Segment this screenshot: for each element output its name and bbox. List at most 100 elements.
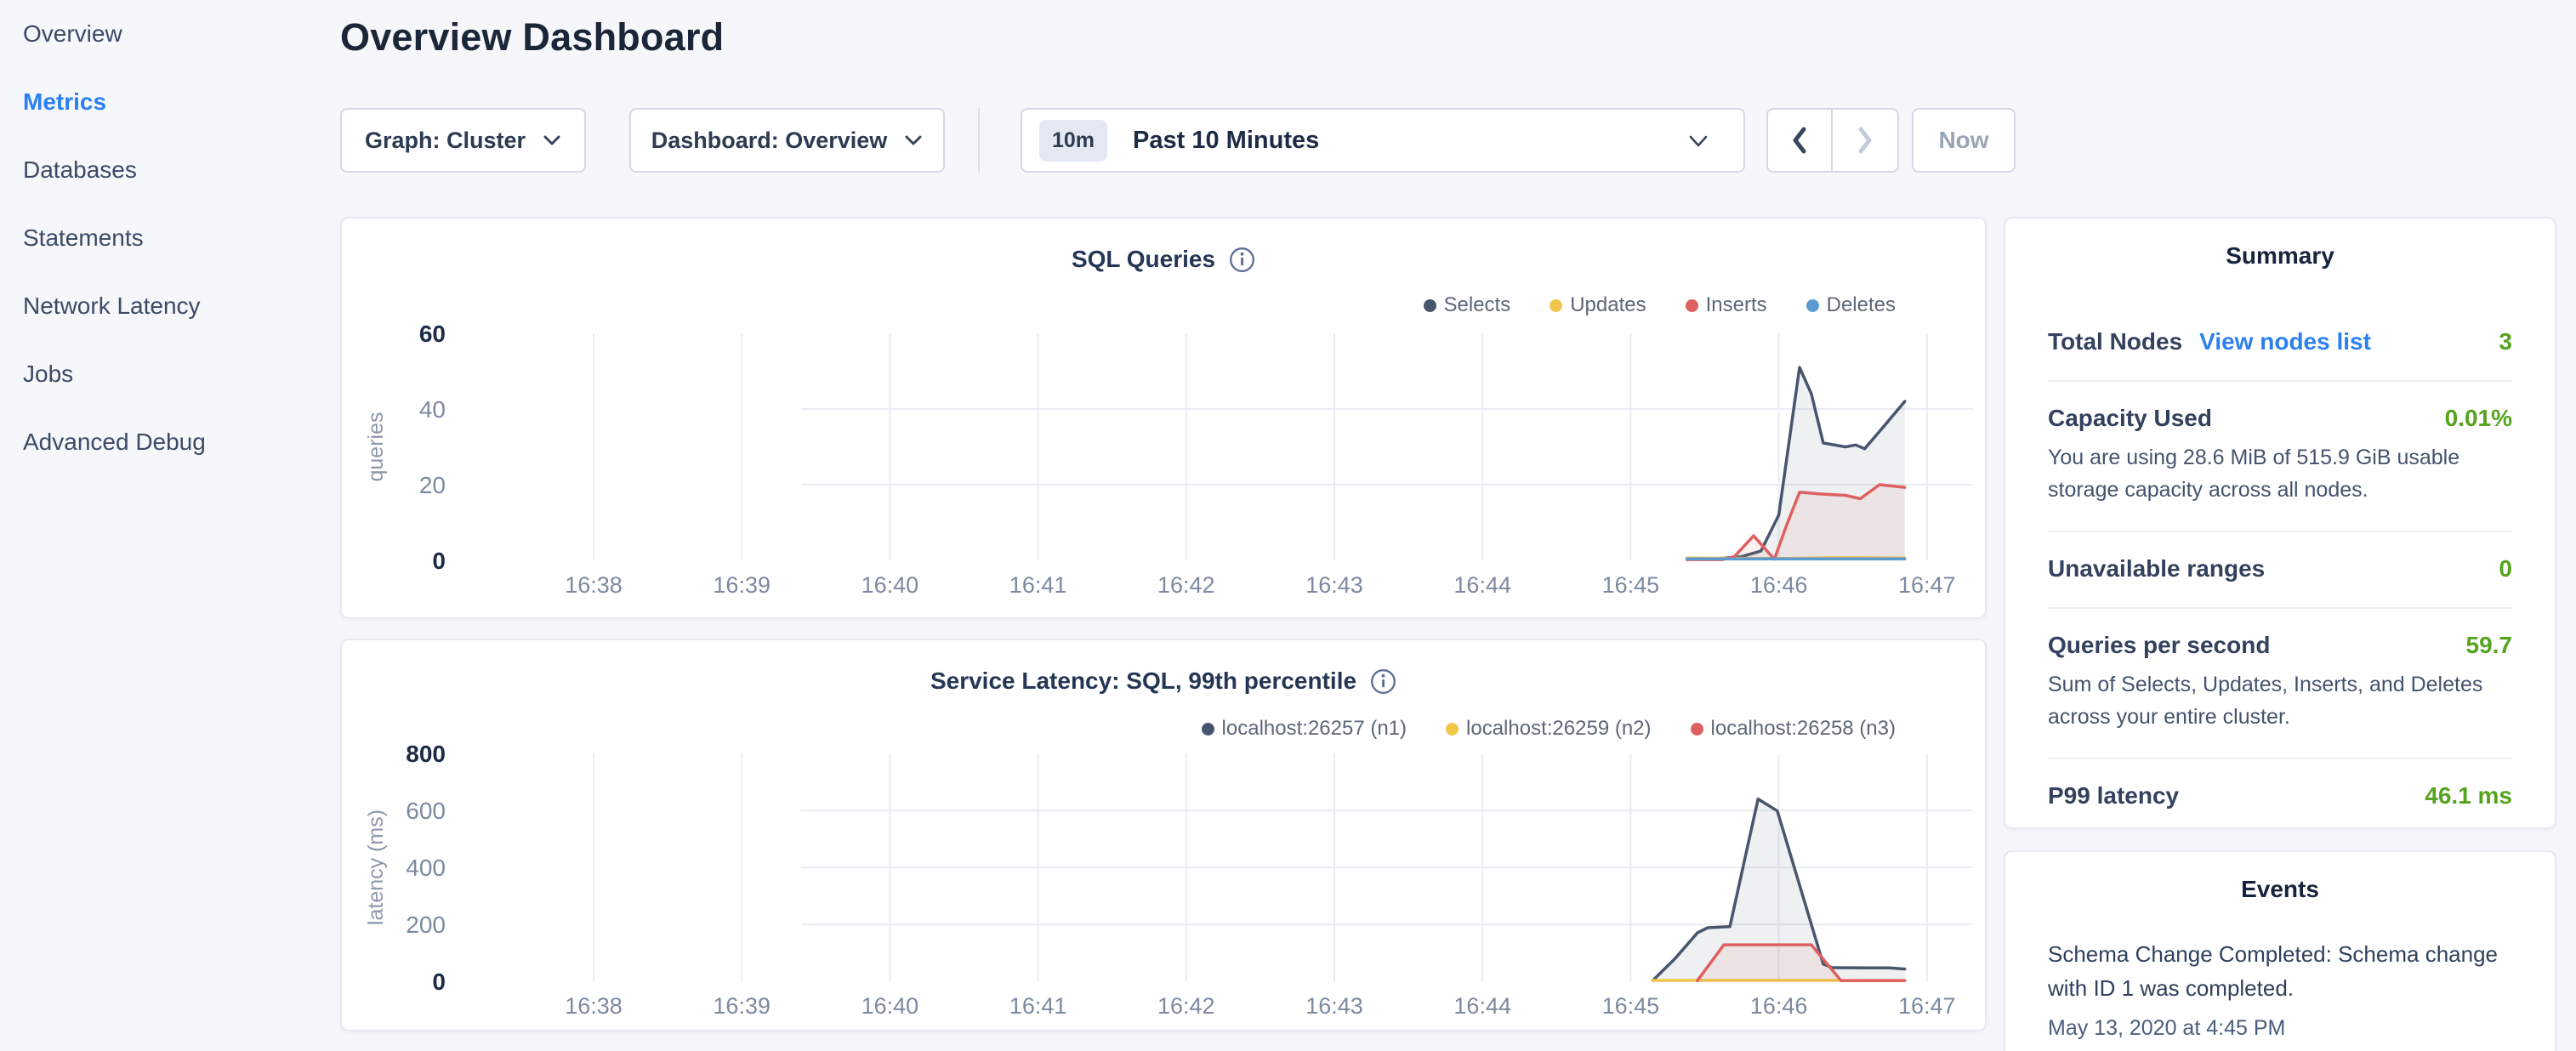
svg-text:16:42: 16:42: [1157, 572, 1215, 598]
svg-text:16:39: 16:39: [713, 993, 771, 1019]
legend-item: localhost:26259 (n2): [1446, 717, 1651, 741]
svg-text:16:47: 16:47: [1898, 993, 1956, 1019]
time-next-button[interactable]: [1833, 110, 1897, 171]
legend-label: Deletes: [1827, 293, 1896, 317]
time-pager: [1766, 108, 1899, 173]
legend-label: localhost:26257 (n1): [1222, 717, 1407, 741]
event-item: Schema Change Completed: Schema change w…: [2048, 937, 2512, 1041]
dashboard-dropdown-label: Dashboard: Overview: [651, 128, 888, 154]
dashboard-dropdown[interactable]: Dashboard: Overview: [629, 108, 945, 173]
sidebar-item-network-latency[interactable]: Network Latency: [0, 272, 340, 340]
legend-dot-icon: [1424, 299, 1436, 312]
svg-text:16:46: 16:46: [1750, 572, 1808, 598]
legend-dot-icon: [1550, 299, 1562, 312]
legend-dot-icon: [1446, 723, 1459, 736]
sql-queries-legend: Selects Updates Inserts Deletes: [1424, 293, 1896, 317]
graph-scope-dropdown-label: Graph: Cluster: [365, 128, 526, 154]
svg-text:16:43: 16:43: [1305, 572, 1363, 598]
legend-dot-icon: [1202, 723, 1214, 736]
svg-text:40: 40: [419, 396, 446, 423]
time-prev-button[interactable]: [1768, 110, 1833, 171]
summary-label: Unavailable ranges: [2048, 555, 2265, 582]
event-message: Schema Change Completed: Schema change w…: [2048, 937, 2512, 1006]
svg-text:800: 800: [406, 741, 446, 767]
chart-title-service-latency: Service Latency: SQL, 99th percentile: [930, 668, 1356, 695]
legend-item: localhost:26257 (n1): [1202, 717, 1407, 741]
svg-text:20: 20: [419, 472, 446, 498]
summary-row-unavailable-ranges: Unavailable ranges 0: [2048, 531, 2512, 607]
sidebar-item-overview[interactable]: Overview: [0, 0, 340, 68]
page-title: Overview Dashboard: [340, 15, 724, 60]
svg-text:latency (ms): latency (ms): [364, 810, 388, 925]
svg-text:16:47: 16:47: [1898, 572, 1956, 598]
summary-value: 0.01%: [2445, 405, 2512, 432]
svg-text:16:44: 16:44: [1453, 572, 1511, 598]
chevron-down-icon: [543, 134, 561, 147]
svg-text:16:41: 16:41: [1009, 993, 1067, 1019]
svg-text:16:40: 16:40: [862, 993, 919, 1019]
svg-text:16:45: 16:45: [1602, 993, 1660, 1019]
legend-item: Updates: [1550, 293, 1646, 317]
summary-label: P99 latency: [2048, 782, 2179, 810]
svg-text:60: 60: [419, 321, 446, 347]
summary-label: Queries per second: [2048, 632, 2270, 659]
legend-item: Inserts: [1686, 293, 1767, 317]
legend-label: localhost:26259 (n2): [1466, 717, 1651, 741]
chevron-right-icon: [1853, 123, 1877, 157]
legend-dot-icon: [1691, 723, 1703, 736]
summary-value: 3: [2499, 328, 2512, 355]
svg-text:400: 400: [406, 855, 446, 881]
view-nodes-list-link[interactable]: View nodes list: [2199, 328, 2371, 355]
info-icon[interactable]: [1370, 668, 1396, 695]
svg-text:16:39: 16:39: [713, 572, 771, 598]
events-title: Events: [2048, 876, 2512, 903]
legend-item: localhost:26258 (n3): [1691, 717, 1896, 741]
svg-text:16:46: 16:46: [1750, 993, 1808, 1019]
summary-description: You are using 28.6 MiB of 515.9 GiB usab…: [2048, 442, 2507, 506]
summary-value: 46.1 ms: [2425, 782, 2512, 810]
event-timestamp: May 13, 2020 at 4:45 PM: [2048, 1016, 2512, 1041]
sql-queries-chart: 020406016:3816:3916:4016:4116:4216:4316:…: [342, 219, 1987, 619]
events-panel: Events Schema Change Completed: Schema c…: [2004, 850, 2556, 1051]
svg-text:16:43: 16:43: [1305, 993, 1363, 1019]
chevron-down-icon: [904, 134, 923, 147]
chevron-left-icon: [1788, 123, 1811, 157]
svg-text:0: 0: [432, 548, 446, 574]
summary-row-capacity-used: Capacity Used 0.01% You are using 28.6 M…: [2048, 380, 2512, 531]
service-latency-legend: localhost:26257 (n1) localhost:26259 (n2)…: [1202, 717, 1896, 741]
summary-label: Capacity Used: [2048, 405, 2212, 432]
svg-text:16:45: 16:45: [1602, 572, 1660, 598]
sidebar-item-advanced-debug[interactable]: Advanced Debug: [0, 408, 340, 476]
chart-title-sql-queries: SQL Queries: [1072, 246, 1215, 273]
time-range-label: Past 10 Minutes: [1133, 127, 1319, 155]
svg-text:16:42: 16:42: [1157, 993, 1215, 1019]
svg-text:16:38: 16:38: [565, 993, 623, 1019]
graph-scope-dropdown[interactable]: Graph: Cluster: [340, 108, 586, 173]
time-range-badge: 10m: [1039, 120, 1107, 162]
legend-dot-icon: [1806, 299, 1819, 312]
service-latency-card: 020040060080016:3816:3916:4016:4116:4216…: [340, 639, 1987, 1031]
legend-label: Updates: [1570, 293, 1646, 317]
sidebar-item-statements[interactable]: Statements: [0, 204, 340, 272]
summary-row-total-nodes: Total Nodes View nodes list 3: [2048, 305, 2512, 380]
summary-description: Sum of Selects, Updates, Inserts, and De…: [2048, 669, 2507, 733]
svg-text:16:38: 16:38: [565, 572, 623, 598]
time-range-selector[interactable]: 10m Past 10 Minutes: [1021, 108, 1745, 173]
summary-value: 59.7: [2466, 632, 2513, 659]
service-latency-chart: 020040060080016:3816:3916:4016:4116:4216…: [342, 640, 1987, 1031]
summary-title: Summary: [2048, 242, 2512, 270]
info-icon[interactable]: [1229, 247, 1255, 273]
sql-queries-card: 020406016:3816:3916:4016:4116:4216:4316:…: [340, 217, 1987, 619]
sidebar-item-jobs[interactable]: Jobs: [0, 340, 340, 408]
legend-item: Selects: [1424, 293, 1511, 317]
now-button[interactable]: Now: [1912, 108, 2016, 173]
legend-item: Deletes: [1806, 293, 1896, 317]
svg-text:200: 200: [406, 912, 446, 938]
legend-label: Inserts: [1706, 293, 1767, 317]
sidebar: Overview Metrics Databases Statements Ne…: [0, 0, 340, 476]
svg-text:16:40: 16:40: [862, 572, 919, 598]
legend-dot-icon: [1686, 299, 1698, 312]
summary-value: 0: [2499, 555, 2512, 582]
chevron-down-icon: [1687, 134, 1709, 149]
svg-text:600: 600: [406, 798, 446, 824]
